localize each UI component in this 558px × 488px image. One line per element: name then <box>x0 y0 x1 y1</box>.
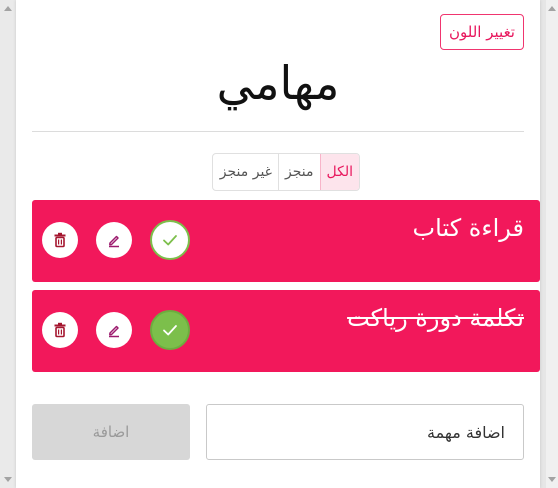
tab-not-done[interactable]: غير منجز <box>214 154 278 190</box>
change-color-button[interactable]: تغيير اللون <box>440 14 524 50</box>
task-text: قراءة كتاب <box>412 214 524 242</box>
scrollbar[interactable] <box>546 0 558 488</box>
tab-done[interactable]: منجز <box>278 154 320 190</box>
trash-icon <box>54 232 66 248</box>
edit-button[interactable] <box>96 222 132 258</box>
pencil-icon <box>109 325 119 338</box>
scroll-up-arrow-icon[interactable] <box>548 6 556 11</box>
todo-card: تغيير اللون مهامي الكل منجز غير منجز قرا… <box>16 0 540 488</box>
edit-button[interactable] <box>96 312 132 348</box>
scroll-up-arrow-icon[interactable] <box>4 6 12 11</box>
scroll-down-arrow-icon[interactable] <box>548 477 556 482</box>
task-text: تكلمة دورة رياكت <box>347 304 524 332</box>
left-scrollbar[interactable] <box>0 0 16 488</box>
task-item: قراءة كتاب <box>32 200 540 282</box>
add-task-button[interactable]: اضافة <box>32 404 190 460</box>
trash-icon <box>54 322 66 338</box>
complete-button[interactable] <box>150 310 190 350</box>
tab-all[interactable]: الكل <box>319 154 359 190</box>
delete-button[interactable] <box>42 312 78 348</box>
divider <box>32 131 524 132</box>
scroll-down-arrow-icon[interactable] <box>4 477 12 482</box>
page-title: مهامي <box>216 56 340 110</box>
check-icon <box>163 235 177 246</box>
new-task-input[interactable] <box>206 404 524 460</box>
complete-button[interactable] <box>150 220 190 260</box>
pencil-icon <box>109 235 119 248</box>
delete-button[interactable] <box>42 222 78 258</box>
task-item: تكلمة دورة رياكت <box>32 290 540 372</box>
check-icon <box>163 325 177 336</box>
filter-tabs: الكل منجز غير منجز <box>212 153 360 191</box>
